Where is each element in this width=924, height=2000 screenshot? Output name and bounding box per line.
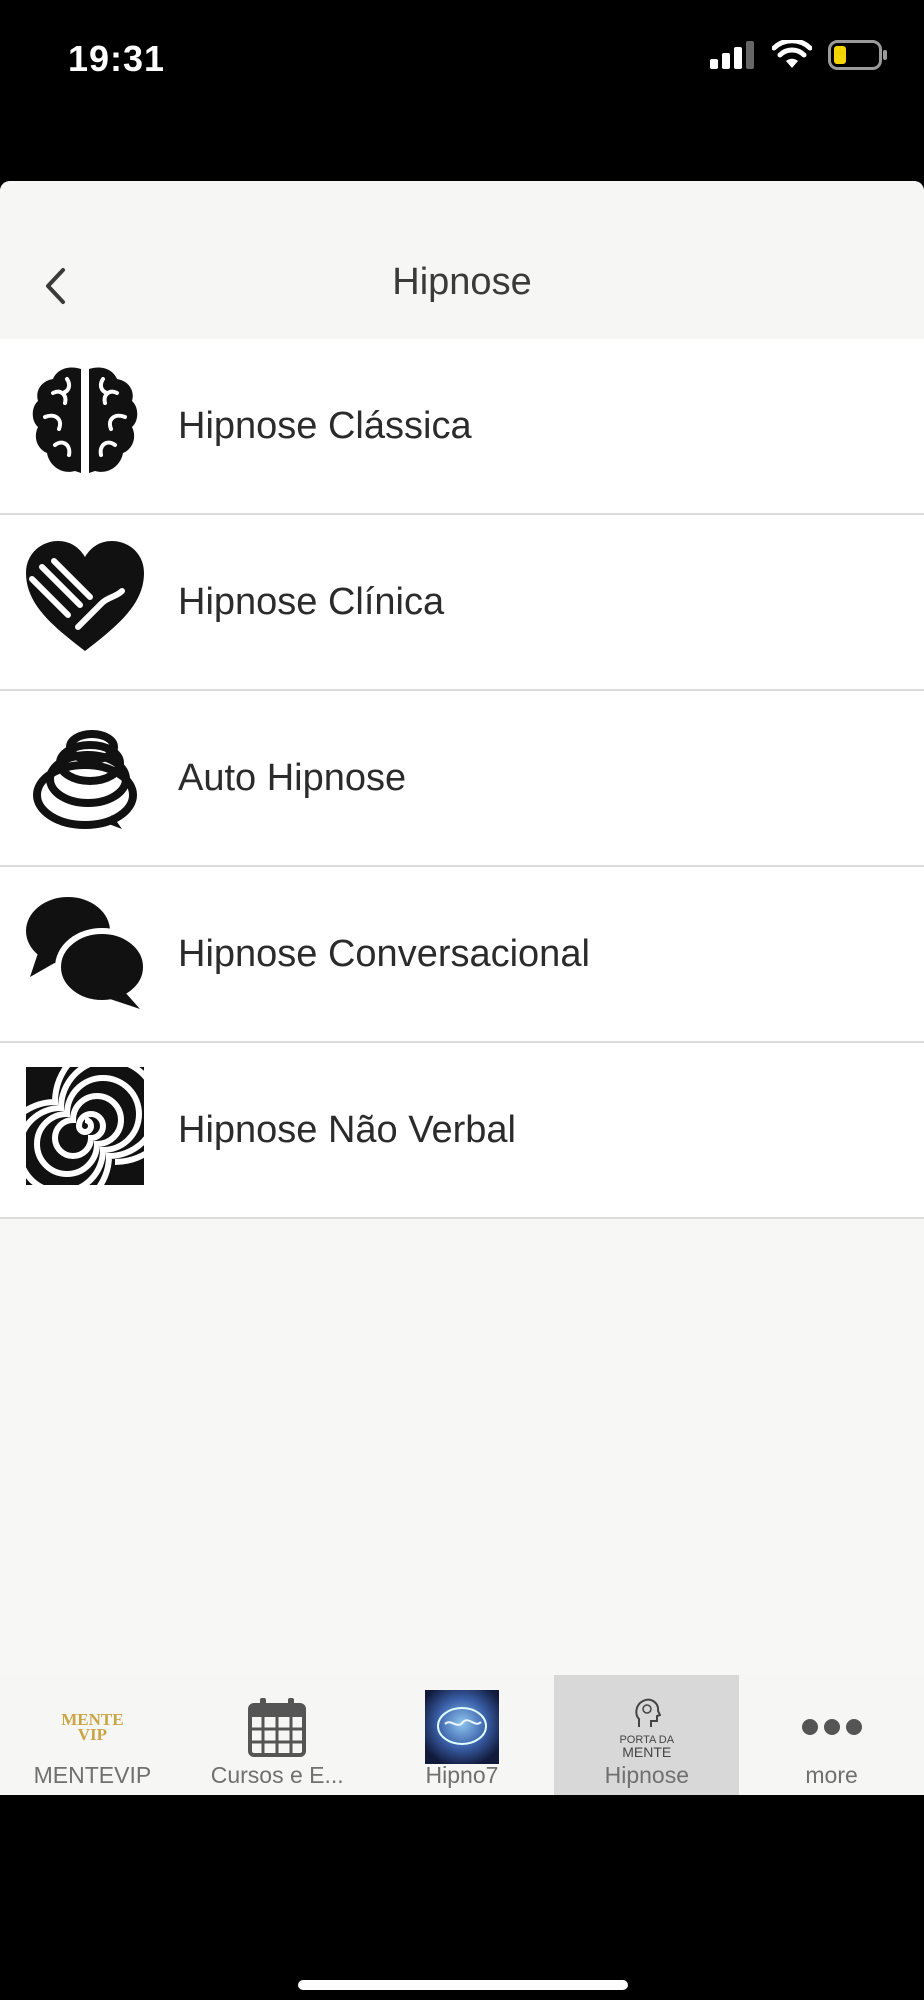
home-indicator[interactable] bbox=[298, 1980, 628, 1990]
tab-bar: MENTE VIP MENTEVIP Cursos e E... Hipno7 … bbox=[0, 1675, 924, 1795]
tab-hipno7[interactable]: Hipno7 bbox=[370, 1675, 555, 1795]
tab-cursos[interactable]: Cursos e E... bbox=[185, 1675, 370, 1795]
status-bar: 19:31 bbox=[0, 0, 924, 120]
menu-item-hipnose-clinica[interactable]: Hipnose Clínica bbox=[0, 515, 924, 691]
porta-logo-line2: MENTE bbox=[622, 1743, 672, 1760]
battery-icon bbox=[828, 40, 887, 70]
mentevip-logo-line2: VIP bbox=[77, 1725, 108, 1744]
menu-item-label: Hipnose Clínica bbox=[178, 580, 445, 623]
tab-mentevip[interactable]: MENTE VIP MENTEVIP bbox=[0, 1675, 185, 1795]
menu-item-label: Hipnose Clássica bbox=[178, 404, 472, 447]
signal-icon bbox=[710, 41, 754, 69]
mentevip-logo: MENTE VIP bbox=[52, 1689, 132, 1765]
tab-label: more bbox=[805, 1762, 858, 1788]
wifi-icon bbox=[772, 40, 812, 68]
calendar-icon bbox=[237, 1689, 317, 1765]
tab-hipnose[interactable]: PORTA DA MENTE Hipnose bbox=[554, 1675, 740, 1795]
nav-bar: Hipnose bbox=[0, 181, 924, 339]
status-time: 19:31 bbox=[68, 38, 166, 79]
heart-hands-icon bbox=[24, 537, 146, 659]
brain-icon bbox=[24, 361, 146, 483]
tab-label: Hipnose bbox=[604, 1762, 689, 1788]
menu-list: Hipnose Clássica Hipnose Clínica Auto Hi… bbox=[0, 339, 924, 1219]
tab-label: Hipno7 bbox=[425, 1762, 499, 1788]
tab-label: MENTEVIP bbox=[33, 1762, 152, 1788]
porta-da-mente-logo: PORTA DA MENTE bbox=[607, 1689, 687, 1765]
tab-more[interactable]: more bbox=[739, 1675, 924, 1795]
app-sheet: Hipnose Hipnose Clássica Hipnose Clínica… bbox=[0, 181, 924, 1795]
speech-bubbles-icon bbox=[24, 889, 146, 1011]
page-title: Hipnose bbox=[392, 261, 532, 303]
menu-item-label: Hipnose Não Verbal bbox=[178, 1108, 516, 1151]
tab-label: Cursos e E... bbox=[210, 1762, 344, 1788]
menu-item-hipnose-conversacional[interactable]: Hipnose Conversacional bbox=[0, 867, 924, 1043]
status-icons bbox=[710, 40, 888, 70]
menu-item-hipnose-classica[interactable]: Hipnose Clássica bbox=[0, 339, 924, 515]
menu-item-label: Hipnose Conversacional bbox=[178, 932, 590, 975]
menu-item-label: Auto Hipnose bbox=[178, 756, 407, 799]
more-dots-icon bbox=[792, 1689, 872, 1765]
hipno7-logo bbox=[422, 1689, 502, 1765]
menu-item-hipnose-nao-verbal[interactable]: Hipnose Não Verbal bbox=[0, 1043, 924, 1219]
spiral-coil-icon bbox=[24, 713, 146, 835]
hypno-spiral-icon bbox=[24, 1065, 146, 1187]
menu-item-auto-hipnose[interactable]: Auto Hipnose bbox=[0, 691, 924, 867]
